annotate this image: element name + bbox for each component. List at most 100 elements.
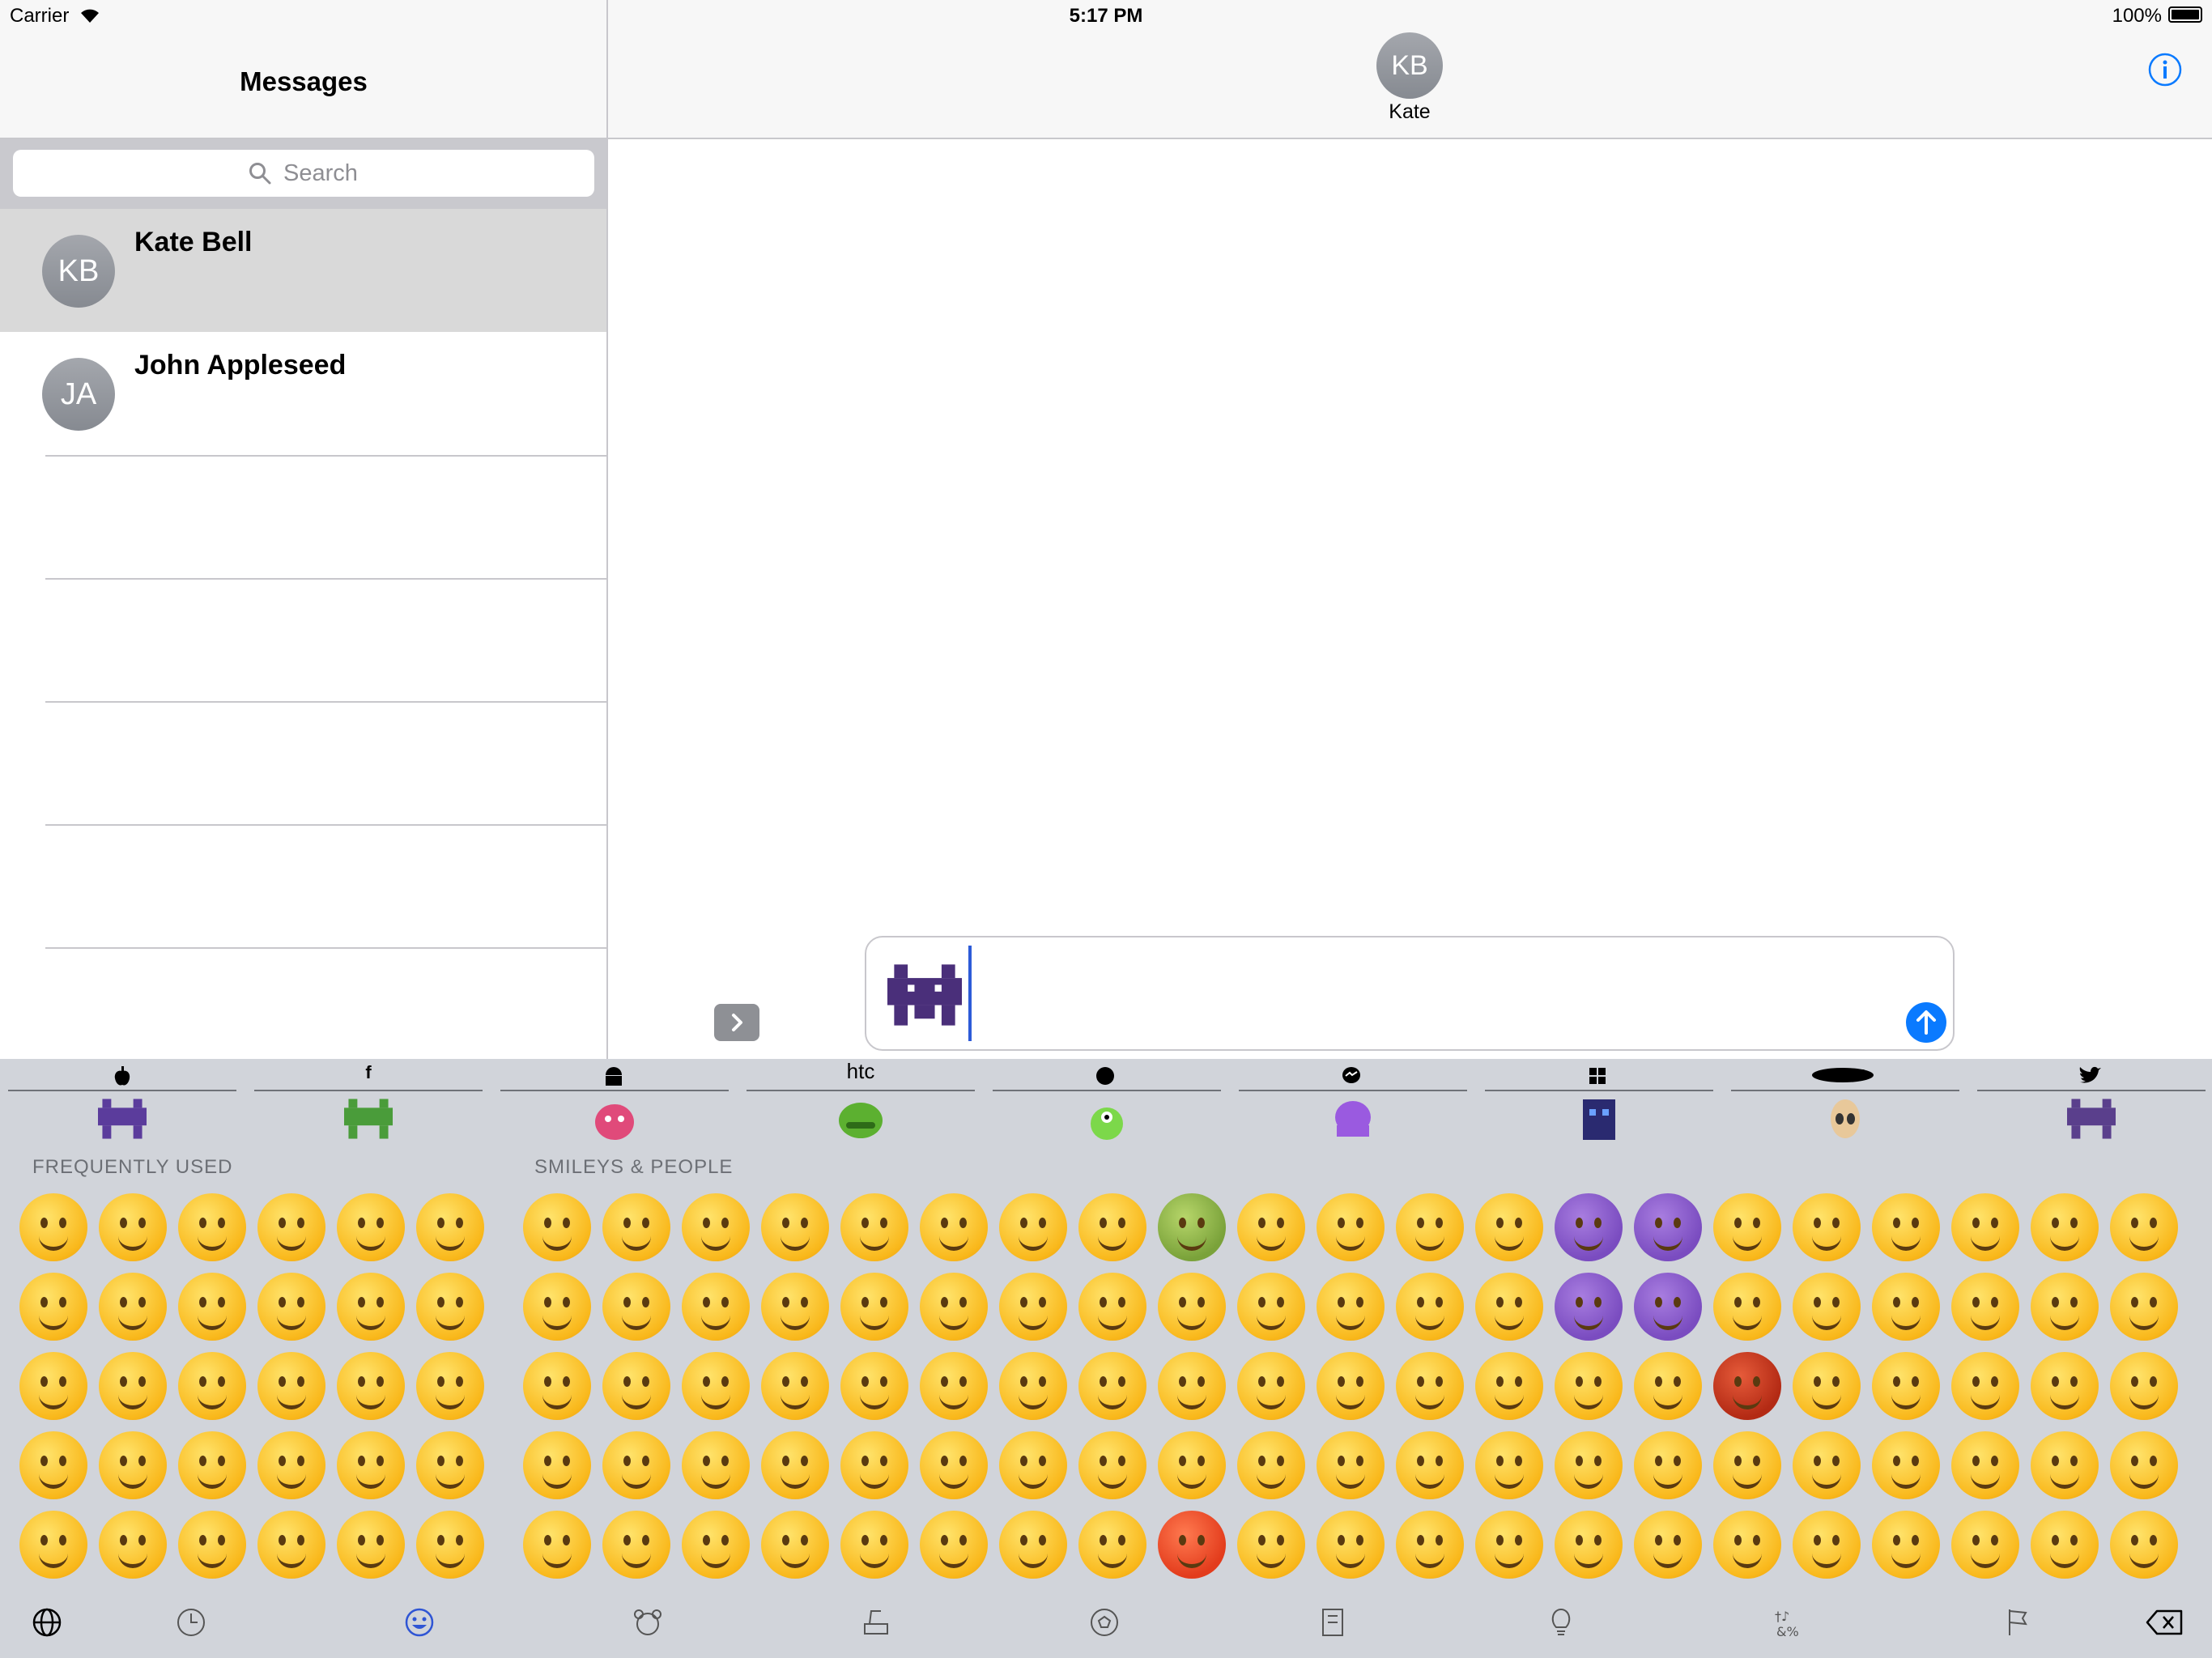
emoji-key[interactable] xyxy=(416,1352,484,1420)
emoji-key[interactable] xyxy=(602,1431,670,1499)
emoji-key[interactable] xyxy=(1793,1193,1861,1261)
emoji-key[interactable] xyxy=(1872,1352,1940,1420)
emoji-key[interactable] xyxy=(2031,1193,2099,1261)
emoji-key[interactable] xyxy=(1078,1273,1146,1341)
emoji-key[interactable] xyxy=(178,1511,246,1579)
emoji-key[interactable] xyxy=(682,1431,750,1499)
emoji-key[interactable] xyxy=(19,1273,87,1341)
emoji-key[interactable] xyxy=(523,1511,591,1579)
emoji-key[interactable] xyxy=(416,1511,484,1579)
emoji-key[interactable] xyxy=(1475,1511,1543,1579)
emoji-key[interactable] xyxy=(99,1352,167,1420)
emoji-key[interactable] xyxy=(761,1352,829,1420)
emoji-key[interactable] xyxy=(602,1273,670,1341)
emoji-key[interactable] xyxy=(19,1511,87,1579)
contact-name[interactable]: Kate xyxy=(1329,100,1491,124)
emoji-key[interactable] xyxy=(337,1352,405,1420)
emoji-key[interactable] xyxy=(1793,1431,1861,1499)
food-icon[interactable] xyxy=(860,1606,892,1639)
tab-facebook[interactable]: f xyxy=(254,1061,483,1141)
conversation-row-kate-bell[interactable]: KB Kate Bell xyxy=(0,209,607,332)
emoji-key[interactable] xyxy=(840,1352,908,1420)
emoji-key[interactable] xyxy=(1237,1193,1305,1261)
emoji-key[interactable] xyxy=(1237,1273,1305,1341)
contact-avatar[interactable]: KB xyxy=(1376,32,1443,99)
emoji-key[interactable] xyxy=(2110,1352,2178,1420)
emoji-key[interactable] xyxy=(1078,1352,1146,1420)
emoji-key[interactable] xyxy=(920,1273,988,1341)
emoji-key[interactable] xyxy=(2110,1273,2178,1341)
emoji-key[interactable] xyxy=(682,1193,750,1261)
emoji-key[interactable] xyxy=(920,1431,988,1499)
emoji-key[interactable] xyxy=(523,1431,591,1499)
emoji-key[interactable] xyxy=(1634,1431,1702,1499)
emoji-key[interactable] xyxy=(1793,1511,1861,1579)
emoji-key[interactable] xyxy=(1951,1193,2019,1261)
emoji-key[interactable] xyxy=(416,1431,484,1499)
emoji-key[interactable] xyxy=(1475,1193,1543,1261)
emoji-key[interactable] xyxy=(99,1511,167,1579)
emoji-key[interactable] xyxy=(1951,1511,2019,1579)
flag-icon[interactable] xyxy=(2001,1606,2034,1639)
emoji-key[interactable] xyxy=(920,1511,988,1579)
emoji-key[interactable] xyxy=(178,1193,246,1261)
emoji-key[interactable] xyxy=(2110,1193,2178,1261)
emoji-key[interactable] xyxy=(1555,1511,1623,1579)
emoji-key[interactable] xyxy=(1793,1273,1861,1341)
emoji-key[interactable] xyxy=(257,1352,325,1420)
building-icon[interactable] xyxy=(1317,1606,1349,1639)
emoji-key[interactable] xyxy=(1872,1511,1940,1579)
emoji-key[interactable] xyxy=(19,1352,87,1420)
emoji-key[interactable] xyxy=(761,1511,829,1579)
emoji-key[interactable] xyxy=(1158,1511,1226,1579)
emoji-key[interactable] xyxy=(1158,1352,1226,1420)
emoji-key[interactable] xyxy=(999,1511,1067,1579)
message-input[interactable] xyxy=(865,936,1955,1051)
emoji-key[interactable] xyxy=(840,1511,908,1579)
emoji-key[interactable] xyxy=(337,1511,405,1579)
emoji-key[interactable] xyxy=(1396,1511,1464,1579)
emoji-key[interactable] xyxy=(178,1352,246,1420)
emoji-key[interactable] xyxy=(99,1431,167,1499)
emoji-key[interactable] xyxy=(1396,1431,1464,1499)
emoji-key[interactable] xyxy=(1713,1352,1781,1420)
emoji-key[interactable] xyxy=(1713,1273,1781,1341)
emoji-key[interactable] xyxy=(761,1431,829,1499)
smiley-icon[interactable] xyxy=(403,1606,436,1639)
emoji-key[interactable] xyxy=(257,1273,325,1341)
emoji-key[interactable] xyxy=(682,1511,750,1579)
emoji-key[interactable] xyxy=(2031,1511,2099,1579)
emoji-key[interactable] xyxy=(999,1193,1067,1261)
emoji-key[interactable] xyxy=(1317,1431,1385,1499)
emoji-key[interactable] xyxy=(2031,1352,2099,1420)
emoji-key[interactable] xyxy=(1713,1511,1781,1579)
expand-button[interactable] xyxy=(714,1004,759,1041)
emoji-key[interactable] xyxy=(257,1431,325,1499)
symbols-icon[interactable]: †♪&% xyxy=(1773,1606,1806,1639)
emoji-key[interactable] xyxy=(1634,1511,1702,1579)
emoji-key[interactable] xyxy=(1872,1193,1940,1261)
emoji-key[interactable] xyxy=(602,1511,670,1579)
emoji-key[interactable] xyxy=(1158,1431,1226,1499)
emoji-key[interactable] xyxy=(1396,1273,1464,1341)
emoji-key[interactable] xyxy=(1475,1431,1543,1499)
emoji-key[interactable] xyxy=(1634,1273,1702,1341)
emoji-key[interactable] xyxy=(337,1431,405,1499)
emoji-key[interactable] xyxy=(1317,1352,1385,1420)
emoji-key[interactable] xyxy=(1396,1352,1464,1420)
emoji-key[interactable] xyxy=(1951,1431,2019,1499)
emoji-key[interactable] xyxy=(1158,1193,1226,1261)
ball-icon[interactable] xyxy=(1088,1606,1121,1639)
emoji-key[interactable] xyxy=(1951,1352,2019,1420)
animal-icon[interactable] xyxy=(632,1606,664,1639)
emoji-key[interactable] xyxy=(920,1352,988,1420)
emoji-key[interactable] xyxy=(1634,1352,1702,1420)
emoji-key[interactable] xyxy=(523,1352,591,1420)
emoji-key[interactable] xyxy=(2110,1431,2178,1499)
emoji-key[interactable] xyxy=(416,1193,484,1261)
emoji-key[interactable] xyxy=(257,1193,325,1261)
emoji-key[interactable] xyxy=(840,1193,908,1261)
emoji-key[interactable] xyxy=(178,1273,246,1341)
emoji-key[interactable] xyxy=(178,1431,246,1499)
emoji-key[interactable] xyxy=(1078,1511,1146,1579)
